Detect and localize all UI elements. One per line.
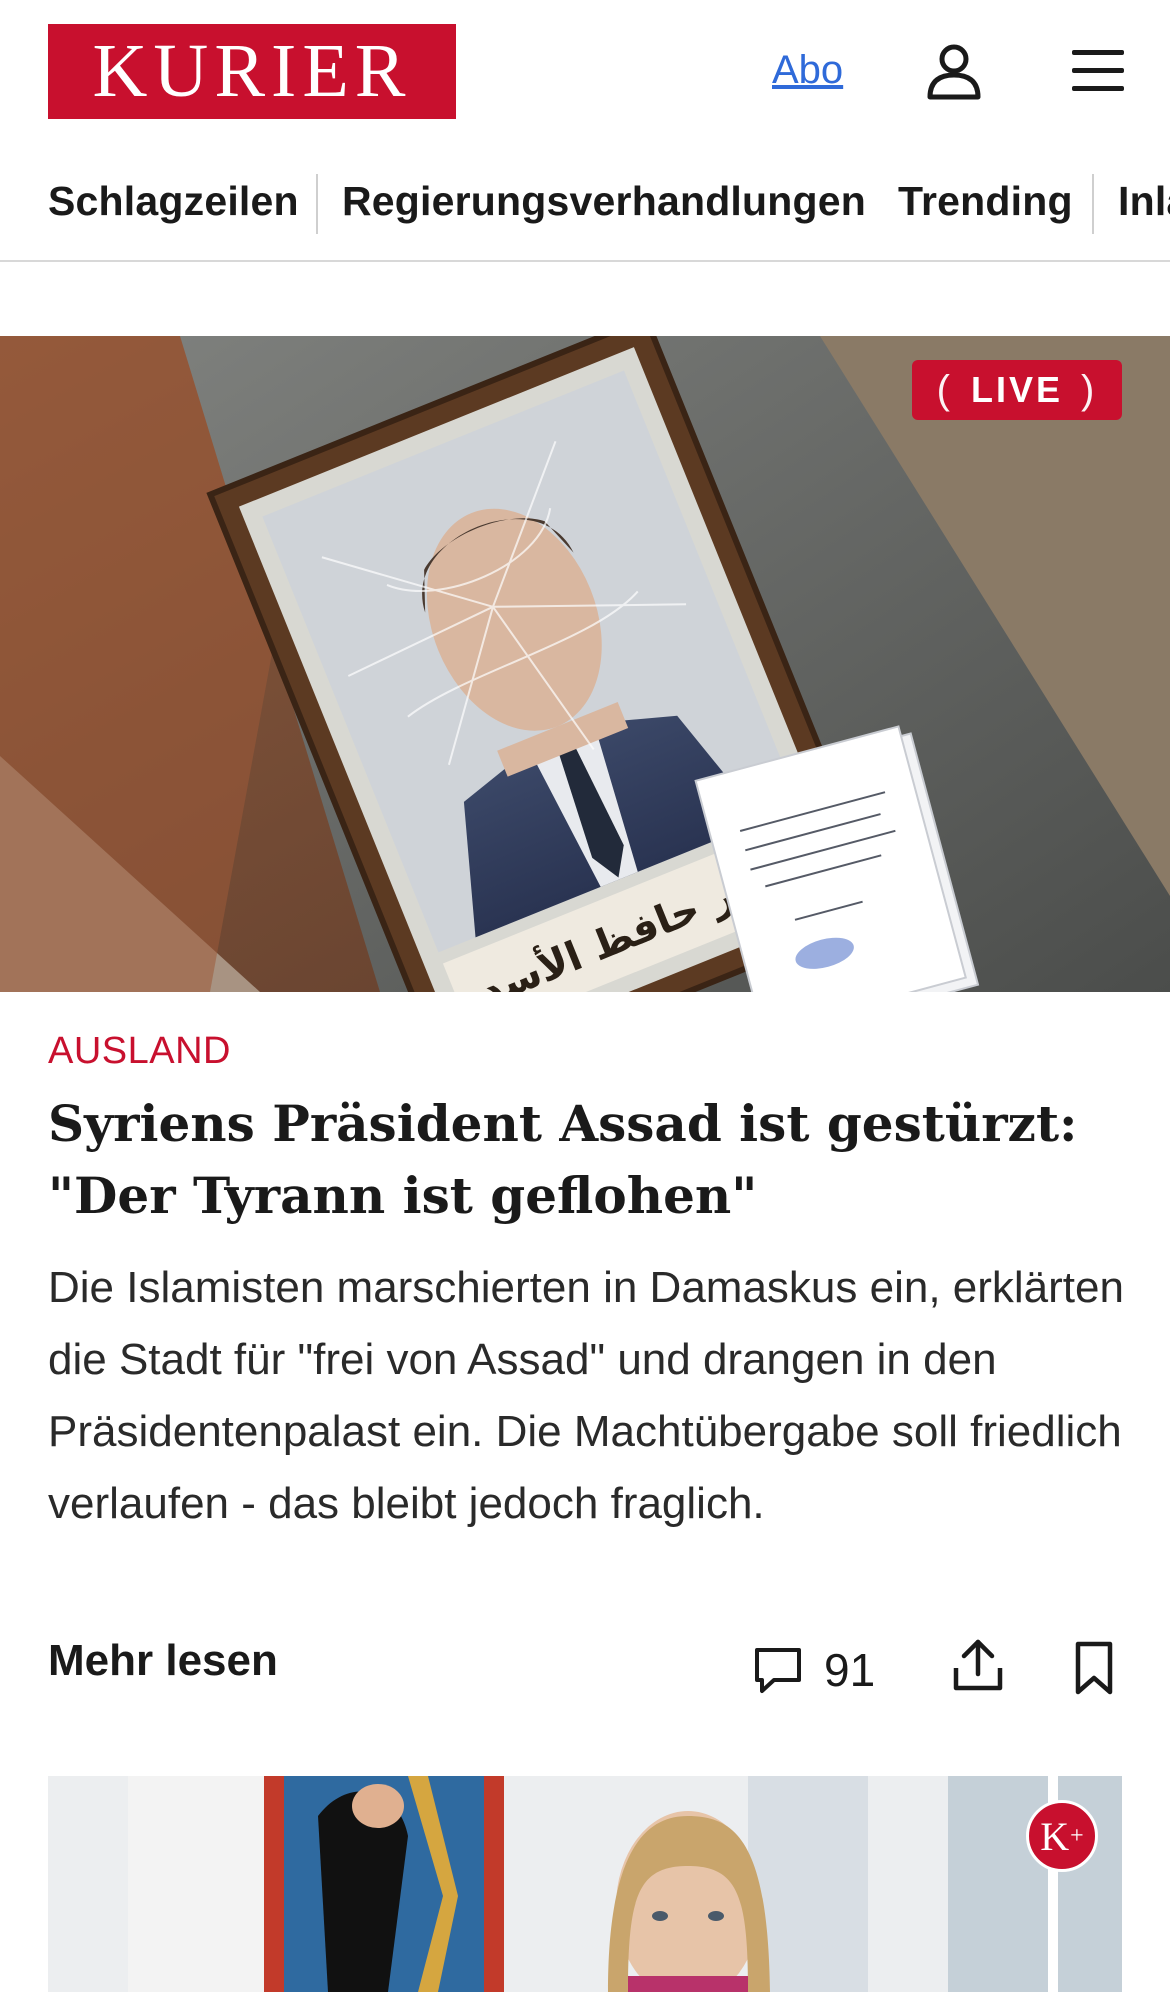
- share-icon[interactable]: [950, 1636, 1006, 1694]
- section-nav: Schlagzeilen Regierungsverhandlungen Tre…: [0, 162, 1170, 262]
- kplus-plus: +: [1070, 1822, 1084, 1849]
- bookmark-icon[interactable]: [1072, 1640, 1116, 1696]
- article-headline[interactable]: Syriens Präsident Assad ist gestürzt: "D…: [48, 1088, 1128, 1232]
- comments-button[interactable]: 91: [752, 1640, 875, 1700]
- user-icon[interactable]: [925, 42, 983, 100]
- nav-item-trending[interactable]: Trending: [898, 178, 1073, 225]
- kplus-letter: K: [1040, 1813, 1070, 1859]
- abo-link[interactable]: Abo: [772, 48, 843, 93]
- nav-item-schlagzeilen[interactable]: Schlagzeilen: [48, 178, 299, 225]
- nav-divider: [316, 174, 318, 234]
- hero-image[interactable]: بشار حافظ الأسد: [0, 336, 1170, 992]
- hamburger-menu-icon[interactable]: [1068, 44, 1128, 98]
- page: KURIER Abo Schlagzeilen Regierungsverhan…: [0, 0, 1170, 1992]
- second-article-image[interactable]: [48, 1776, 1122, 1992]
- comment-count: 91: [824, 1644, 876, 1696]
- nav-divider: [1092, 174, 1094, 234]
- live-left-bracket: (: [936, 367, 953, 412]
- nav-item-regierungsverhandlungen[interactable]: Regierungsverhandlungen: [342, 178, 866, 225]
- live-right-bracket: ): [1081, 367, 1098, 412]
- live-badge: ( LIVE ): [912, 360, 1122, 420]
- live-label: LIVE: [970, 369, 1063, 410]
- article-teaser[interactable]: Die Islamisten marschierten in Damaskus …: [48, 1252, 1128, 1540]
- comment-icon: [755, 1648, 801, 1693]
- read-more-link[interactable]: Mehr lesen: [48, 1636, 278, 1686]
- nav-item-inland[interactable]: Inland: [1118, 178, 1170, 225]
- kurier-logo[interactable]: KURIER: [48, 24, 456, 119]
- site-header: KURIER Abo: [0, 0, 1170, 145]
- article-category[interactable]: AUSLAND: [48, 1030, 231, 1073]
- kurier-plus-badge: K +: [1026, 1800, 1098, 1872]
